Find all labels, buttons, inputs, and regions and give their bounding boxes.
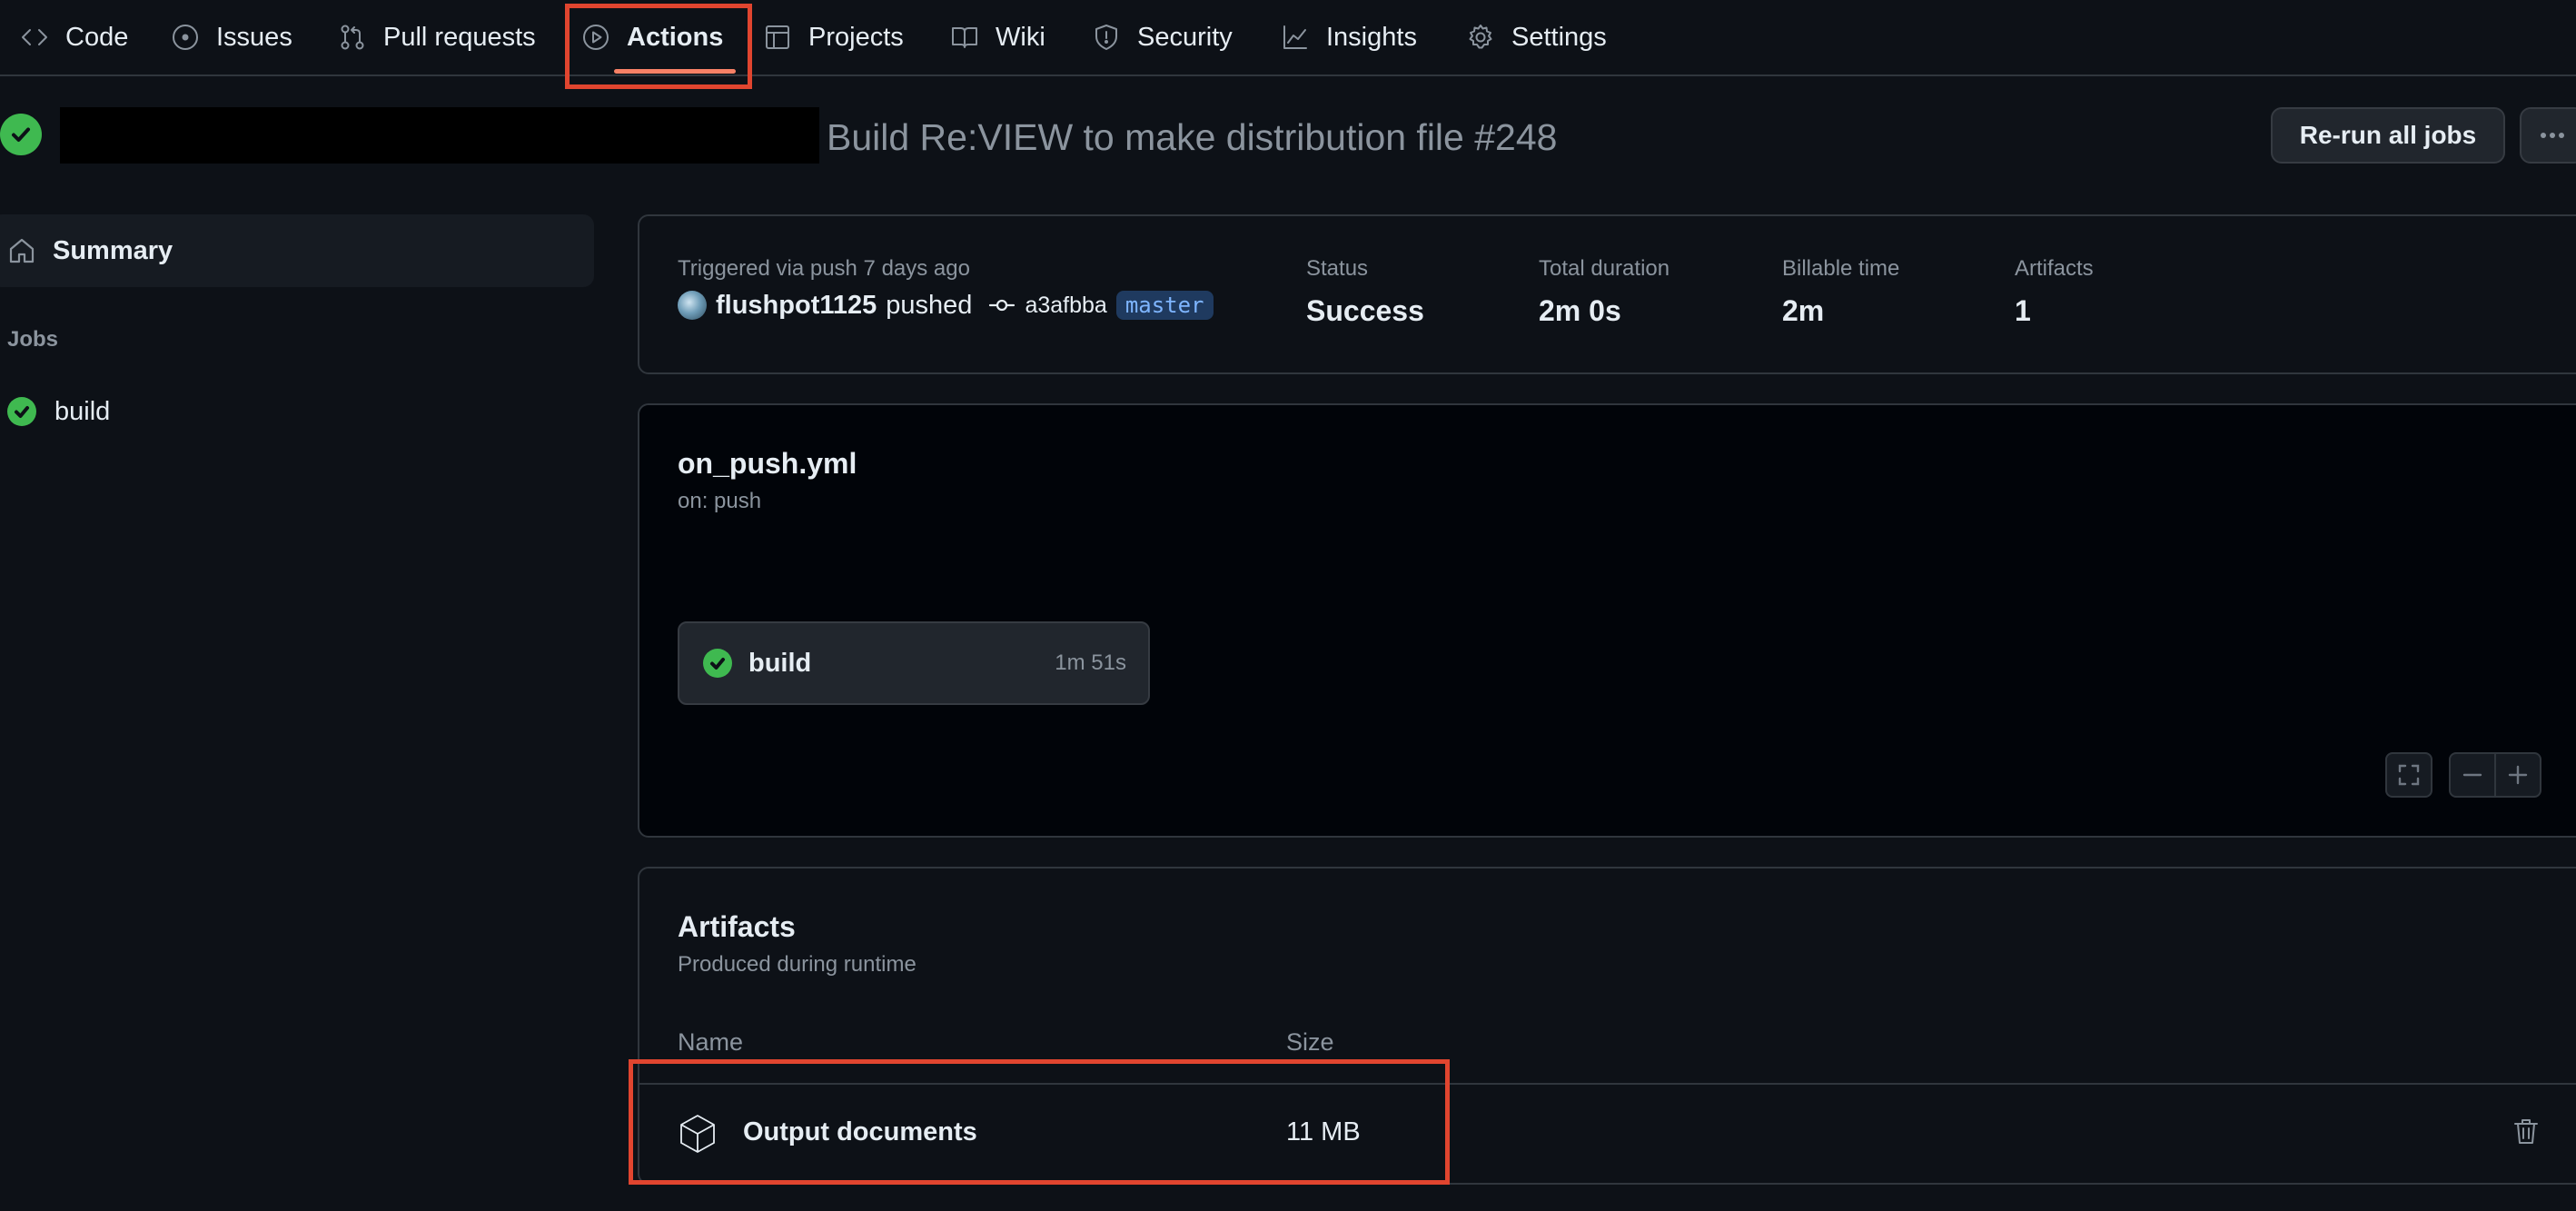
play-circle-icon: [583, 25, 609, 50]
run-title: Build Re:VIEW to make distribution file …: [827, 115, 1558, 158]
minus-icon: [2462, 773, 2482, 777]
trigger-details: flushpot1125 pushed a3afbba master: [678, 287, 1214, 323]
artifact-size: 11 MB: [1286, 1117, 1361, 1146]
stat-label: Billable time: [1782, 256, 1900, 281]
tab-actions[interactable]: Actions: [581, 0, 723, 74]
tab-insights[interactable]: Insights: [1281, 0, 1417, 74]
column-header-size: Size: [1286, 1028, 1334, 1056]
stat-artifacts: Artifacts 1: [2015, 256, 2094, 328]
tab-projects-label: Projects: [808, 22, 904, 52]
zoom-in-button[interactable]: [2494, 752, 2541, 798]
git-commit-icon: [988, 292, 1016, 319]
trash-icon: [2514, 1119, 2538, 1144]
redacted-region: [60, 107, 819, 164]
kebab-horizontal-icon: [2541, 133, 2564, 138]
sidebar-jobs-heading: Jobs: [7, 327, 59, 352]
sidebar-item-build[interactable]: build: [7, 392, 110, 431]
artifact-download-link[interactable]: Output documents: [743, 1117, 977, 1147]
tab-wiki-label: Wiki: [996, 22, 1045, 52]
stat-value: Success: [1306, 294, 1424, 327]
shield-icon: [1095, 25, 1117, 50]
fullscreen-button[interactable]: [2385, 752, 2432, 798]
trigger-action: pushed: [886, 290, 973, 320]
branch-badge[interactable]: master: [1115, 291, 1214, 320]
trigger-user-link[interactable]: flushpot1125: [716, 291, 877, 321]
tab-insights-label: Insights: [1326, 22, 1417, 52]
code-icon: [22, 29, 47, 45]
stat-total-duration: Total duration 2m 0s: [1539, 256, 1669, 328]
stat-label: Status: [1306, 256, 1369, 281]
sidebar-job-label: build: [54, 396, 111, 426]
screen-full-icon: [2398, 764, 2420, 786]
delete-artifact-button[interactable]: [2511, 1116, 2541, 1146]
artifacts-title: Artifacts: [678, 910, 796, 943]
tab-wiki[interactable]: Wiki: [950, 0, 1045, 74]
sidebar-item-summary[interactable]: Summary: [0, 214, 594, 287]
stat-value: 2m 0s: [1539, 294, 1621, 327]
stat-billable-time: Billable time 2m: [1782, 256, 1899, 328]
stat-label: Artifacts: [2015, 256, 2094, 281]
table-icon: [766, 25, 789, 49]
avatar[interactable]: [678, 291, 707, 320]
commit-sha-link[interactable]: a3afbba: [1025, 293, 1106, 319]
tab-actions-label: Actions: [627, 22, 724, 52]
stat-status: Status Success: [1306, 256, 1424, 328]
stat-value[interactable]: 1: [2015, 294, 2094, 328]
run-status-check-icon: [0, 114, 42, 155]
tab-issues-label: Issues: [216, 22, 292, 52]
column-header-name: Name: [678, 1028, 744, 1056]
plus-icon: [2508, 765, 2528, 785]
graph-icon: [1283, 25, 1307, 49]
workflow-file-name[interactable]: on_push.yml: [678, 447, 857, 481]
artifact-row: Output documents 11 MB: [639, 1085, 2576, 1185]
tab-pull-requests-label: Pull requests: [383, 22, 536, 52]
home-icon: [9, 238, 35, 263]
trigger-text: Triggered via push 7 days ago: [678, 256, 970, 281]
tab-issues[interactable]: Issues: [171, 0, 292, 74]
job-name: build: [748, 648, 812, 678]
tab-settings-label: Settings: [1511, 22, 1607, 52]
rerun-all-jobs-button[interactable]: Re-run all jobs: [2271, 107, 2505, 164]
tab-code-label: Code: [65, 22, 129, 52]
stat-value: 2m: [1782, 294, 1825, 327]
active-tab-underline: [614, 69, 736, 74]
repo-nav: Code Issues Pull requests Actions Projec…: [0, 0, 2576, 76]
tab-code[interactable]: Code: [20, 0, 128, 74]
artifacts-subtitle: Produced during runtime: [678, 952, 916, 977]
success-check-icon: [703, 649, 732, 678]
run-summary-card: Triggered via push 7 days ago flushpot11…: [638, 214, 2576, 374]
tab-projects[interactable]: Projects: [763, 0, 904, 74]
workflow-job-build[interactable]: build 1m 51s: [678, 621, 1150, 705]
job-duration: 1m 51s: [1055, 650, 1126, 675]
tab-security-label: Security: [1137, 22, 1233, 52]
book-icon: [952, 27, 977, 48]
issue-circle-icon: [173, 25, 198, 50]
tab-security[interactable]: Security: [1092, 0, 1233, 74]
more-options-button[interactable]: [2520, 107, 2576, 164]
success-check-icon: [7, 397, 36, 426]
tab-settings[interactable]: Settings: [1466, 0, 1607, 74]
pull-request-icon: [341, 25, 364, 50]
workflow-graph-card: on_push.yml on: push build 1m 51s: [638, 403, 2576, 838]
tab-pull-requests[interactable]: Pull requests: [338, 0, 536, 74]
package-icon: [676, 1112, 719, 1156]
zoom-out-button[interactable]: [2449, 752, 2496, 798]
gear-icon: [1469, 25, 1492, 49]
sidebar-summary-label: Summary: [53, 235, 173, 265]
stat-label: Total duration: [1539, 256, 1670, 281]
workflow-trigger: on: push: [678, 489, 762, 513]
artifacts-card: Artifacts Produced during runtime Name S…: [638, 867, 2576, 1185]
